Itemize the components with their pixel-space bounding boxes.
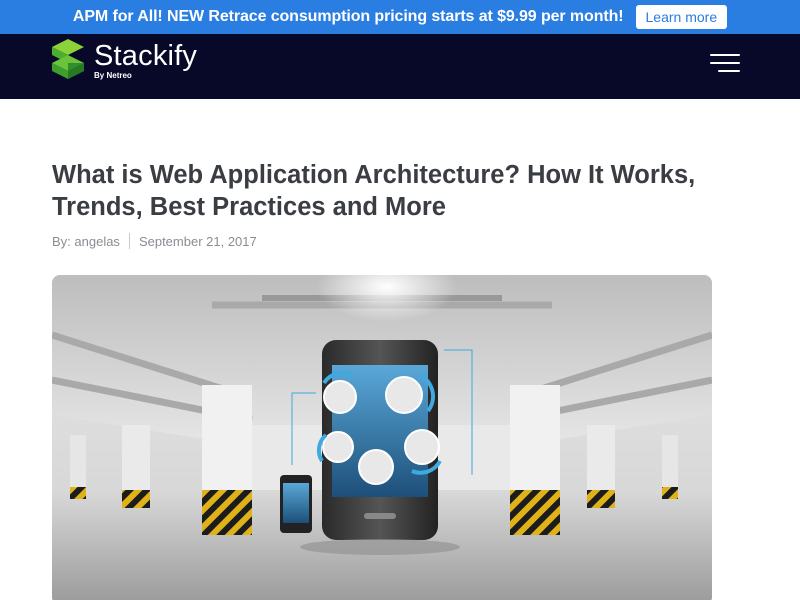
logo-wordmark: Stackify bbox=[94, 40, 198, 72]
stackify-logo[interactable]: Stackify By Netreo bbox=[52, 39, 197, 85]
learn-more-button[interactable]: Learn more bbox=[635, 5, 728, 29]
stackify-logo-icon bbox=[52, 39, 84, 79]
logo-by-label: By bbox=[94, 71, 105, 80]
author-byline[interactable]: By: angelas bbox=[52, 234, 120, 249]
navbar: Stackify By Netreo bbox=[0, 34, 800, 99]
page-title: What is Web Application Architecture? Ho… bbox=[52, 161, 696, 221]
promo-text: APM for All! NEW Retrace consumption pri… bbox=[72, 8, 624, 25]
logo-byline: By Netreo bbox=[94, 71, 197, 80]
meta-divider bbox=[128, 233, 130, 249]
hero-image bbox=[52, 275, 712, 600]
promo-banner: APM for All! NEW Retrace consumption pri… bbox=[0, 0, 800, 34]
publish-date: September 21, 2017 bbox=[138, 233, 257, 249]
article-meta: By: angelas September 21, 2017 bbox=[52, 233, 257, 249]
logo-brand: Netreo bbox=[106, 71, 132, 80]
hamburger-menu-icon[interactable] bbox=[710, 54, 740, 76]
